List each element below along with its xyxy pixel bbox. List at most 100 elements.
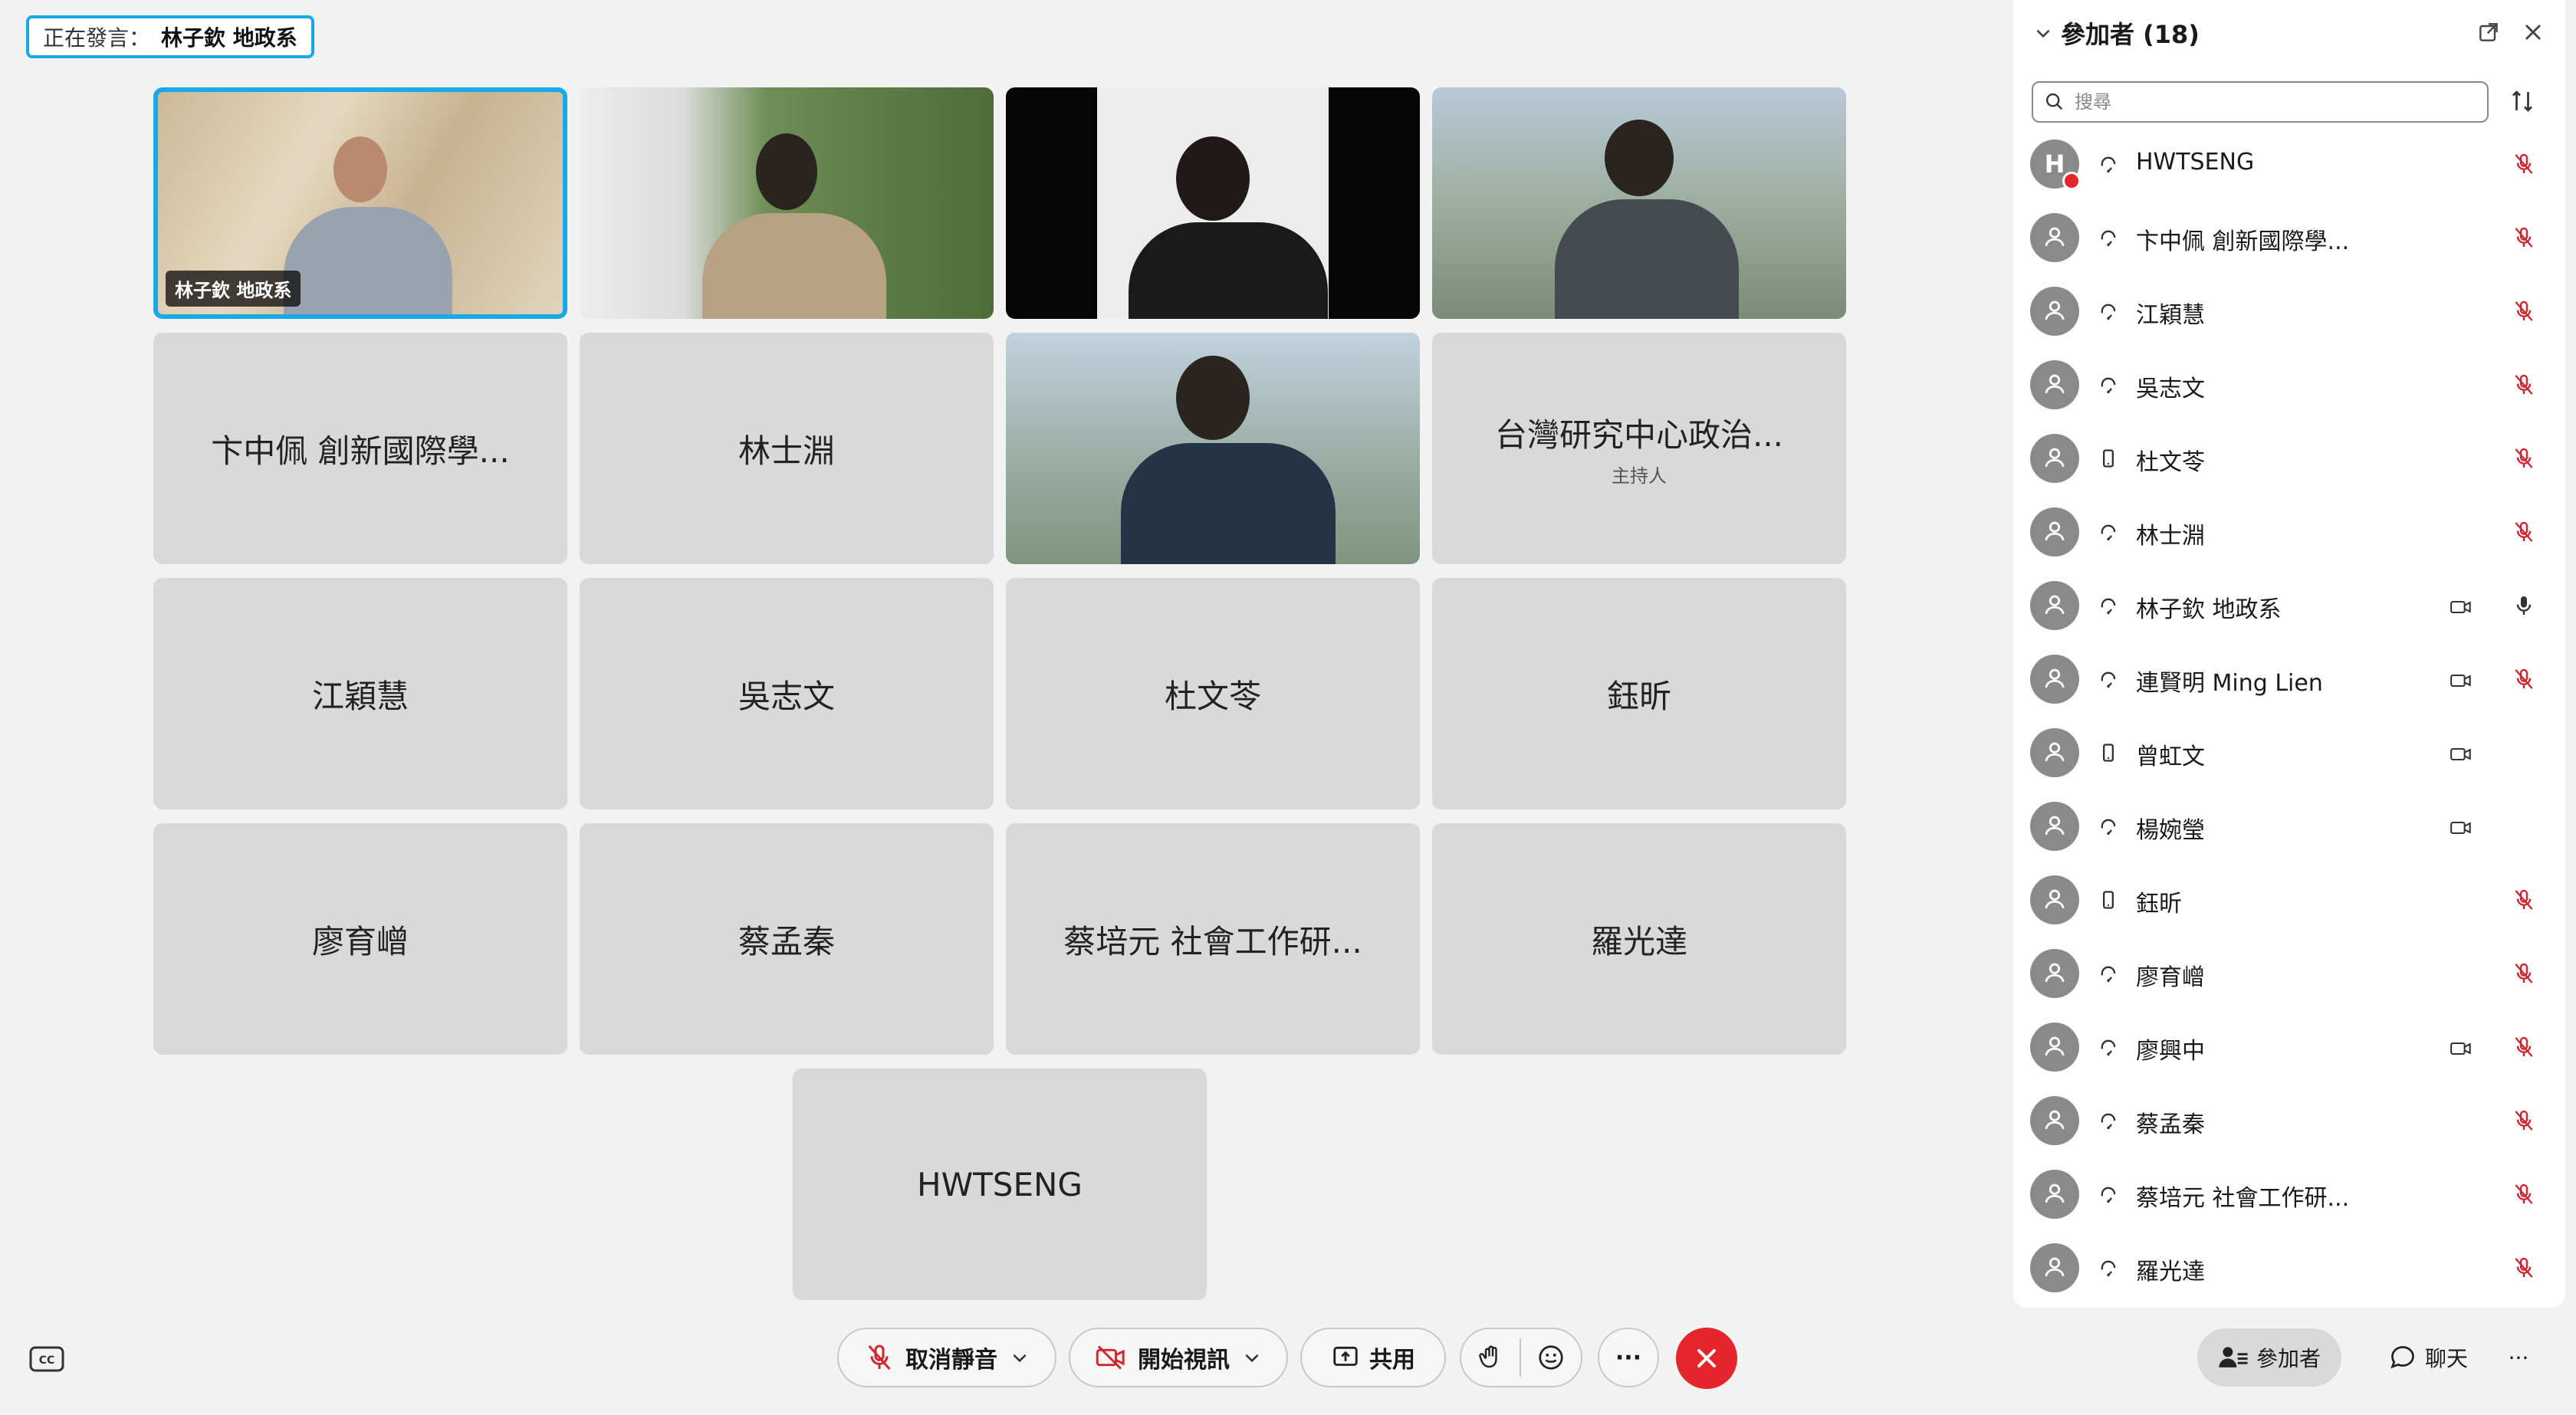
participant-row[interactable]: 蔡培元 社會工作研... [2013, 1159, 2565, 1233]
participant-video-figure [1129, 136, 1328, 319]
participant-row[interactable]: H HWTSENG [2013, 129, 2565, 202]
mic-muted-icon [2512, 961, 2536, 989]
participant-name: 鈺昕 [2136, 891, 2182, 918]
video-tile[interactable] [580, 87, 994, 319]
participants-button[interactable]: 參加者 [2197, 1328, 2341, 1387]
participant-row[interactable]: 廖育嶒 [2013, 938, 2565, 1012]
avatar [2030, 1243, 2079, 1292]
active-speaker-name: 林子欽 地政系 [161, 25, 297, 51]
closed-captions-icon[interactable]: CC [29, 1346, 64, 1375]
search-icon [2045, 93, 2063, 110]
mic-muted-icon [2512, 152, 2536, 179]
chat-button[interactable]: 聊天 [2363, 1328, 2493, 1387]
video-tile-name: 羅光達 [1590, 922, 1687, 960]
video-tile-name: 台灣研究中心政治... [1494, 416, 1784, 454]
video-tile[interactable] [1432, 87, 1846, 319]
video-tile[interactable]: 卞中佩 創新國際學... [153, 333, 567, 564]
headset-icon [2098, 153, 2119, 178]
mic-muted-icon [2512, 1035, 2536, 1062]
chevron-down-icon[interactable] [1010, 1348, 1030, 1367]
share-button[interactable]: 共用 [1300, 1328, 1446, 1387]
participant-name: 廖育嶒 [2136, 964, 2205, 991]
avatar [2030, 802, 2079, 851]
participant-video-figure [1555, 120, 1739, 319]
video-tile[interactable]: 江穎慧 [153, 578, 567, 809]
video-tile[interactable]: 蔡培元 社會工作研... [1006, 823, 1420, 1055]
video-tile[interactable]: 羅光達 [1432, 823, 1846, 1055]
video-tile[interactable]: 杜文苓 [1006, 578, 1420, 809]
avatar [2030, 728, 2079, 777]
participant-row[interactable]: 蔡孟秦 [2013, 1085, 2565, 1159]
avatar [2030, 1023, 2079, 1072]
participant-row[interactable]: 卞中佩 創新國際學... [2013, 202, 2565, 276]
chevron-down-icon[interactable] [1242, 1348, 1262, 1367]
video-tile-speaker[interactable]: 林子欽 地政系 [153, 87, 567, 319]
video-tile-name: 江穎慧 [311, 677, 409, 715]
camera-icon [2449, 670, 2473, 694]
video-tile-host[interactable]: 台灣研究中心政治... 主持人 [1432, 333, 1846, 564]
participant-name: 卞中佩 創新國際學... [2136, 228, 2350, 255]
participant-row[interactable]: 吳志文 [2013, 350, 2565, 423]
headset-icon [2098, 300, 2119, 325]
avatar [2030, 287, 2079, 336]
participant-row[interactable]: 林子欽 地政系 [2013, 570, 2565, 644]
phone-icon [2098, 448, 2119, 472]
panel-title: 參加者 (18) [2061, 20, 2200, 49]
start-video-button[interactable]: 開始視訊 [1069, 1328, 1288, 1387]
video-tile[interactable] [1006, 333, 1420, 564]
video-tile[interactable]: 吳志文 [580, 578, 994, 809]
participant-row[interactable]: 連賢明 Ming Lien [2013, 644, 2565, 717]
sort-icon[interactable] [2509, 87, 2536, 115]
participant-row[interactable]: 廖興中 [2013, 1012, 2565, 1085]
panel-more-button[interactable]: ··· [2492, 1328, 2545, 1387]
camera-icon [2449, 596, 2473, 621]
person-icon [2042, 885, 2068, 914]
avatar [2030, 360, 2079, 409]
leave-meeting-button[interactable] [1676, 1328, 1737, 1389]
participant-name: 杜文苓 [2136, 449, 2205, 476]
chevron-down-icon[interactable] [2033, 23, 2053, 43]
participant-row[interactable]: 楊婉瑩 [2013, 791, 2565, 865]
video-tile[interactable]: 鈺昕 [1432, 578, 1846, 809]
pop-out-icon[interactable] [2476, 20, 2501, 44]
close-icon[interactable] [2522, 21, 2544, 43]
raise-hand-icon[interactable] [1477, 1343, 1504, 1372]
unmute-button[interactable]: 取消靜音 [837, 1328, 1056, 1387]
host-badge-icon [2062, 172, 2081, 190]
video-tile[interactable]: 廖育嶒 [153, 823, 567, 1055]
more-options-button[interactable]: ··· [1598, 1328, 1659, 1387]
person-icon [2042, 738, 2068, 767]
person-icon [2042, 370, 2068, 399]
video-tile[interactable] [1006, 87, 1420, 319]
avatar [2030, 949, 2079, 998]
divider [1520, 1338, 1521, 1377]
video-tile[interactable]: 林士淵 [580, 333, 994, 564]
headset-icon [2098, 1110, 2119, 1134]
participant-row[interactable]: 曾虹文 [2013, 717, 2565, 791]
person-icon [2042, 1106, 2068, 1135]
emoji-reaction-icon[interactable] [1536, 1343, 1566, 1372]
participant-row[interactable]: 杜文苓 [2013, 423, 2565, 497]
participant-row[interactable]: 羅光達 [2013, 1233, 2565, 1306]
camera-icon [2449, 817, 2473, 842]
participants-icon [2219, 1347, 2248, 1367]
chat-button-label: 聊天 [2424, 1346, 2468, 1371]
participants-panel: 參加者 (18) H HWTSENG 卞中佩 創新國際學... 江穎慧吳志文杜文苓林士… [2013, 0, 2565, 1308]
svg-text:CC: CC [39, 1354, 55, 1367]
search-box [2032, 81, 2489, 123]
headset-icon [2098, 1257, 2119, 1282]
participant-row[interactable]: 林士淵 [2013, 497, 2565, 570]
participant-row[interactable]: 鈺昕 [2013, 865, 2565, 938]
participant-name: HWTSENG [2136, 149, 2255, 176]
video-tile[interactable]: HWTSENG [793, 1069, 1207, 1300]
person-icon [2042, 812, 2068, 841]
person-icon [2042, 444, 2068, 473]
headset-icon [2098, 521, 2119, 546]
video-tile-name: 鈺昕 [1606, 677, 1671, 715]
search-input[interactable] [2073, 90, 2459, 113]
person-icon [2042, 1180, 2068, 1209]
person-icon [2042, 959, 2068, 988]
active-speaker-label: 正在發言： [43, 25, 151, 51]
participant-row[interactable]: 江穎慧 [2013, 276, 2565, 350]
video-tile[interactable]: 蔡孟秦 [580, 823, 994, 1055]
